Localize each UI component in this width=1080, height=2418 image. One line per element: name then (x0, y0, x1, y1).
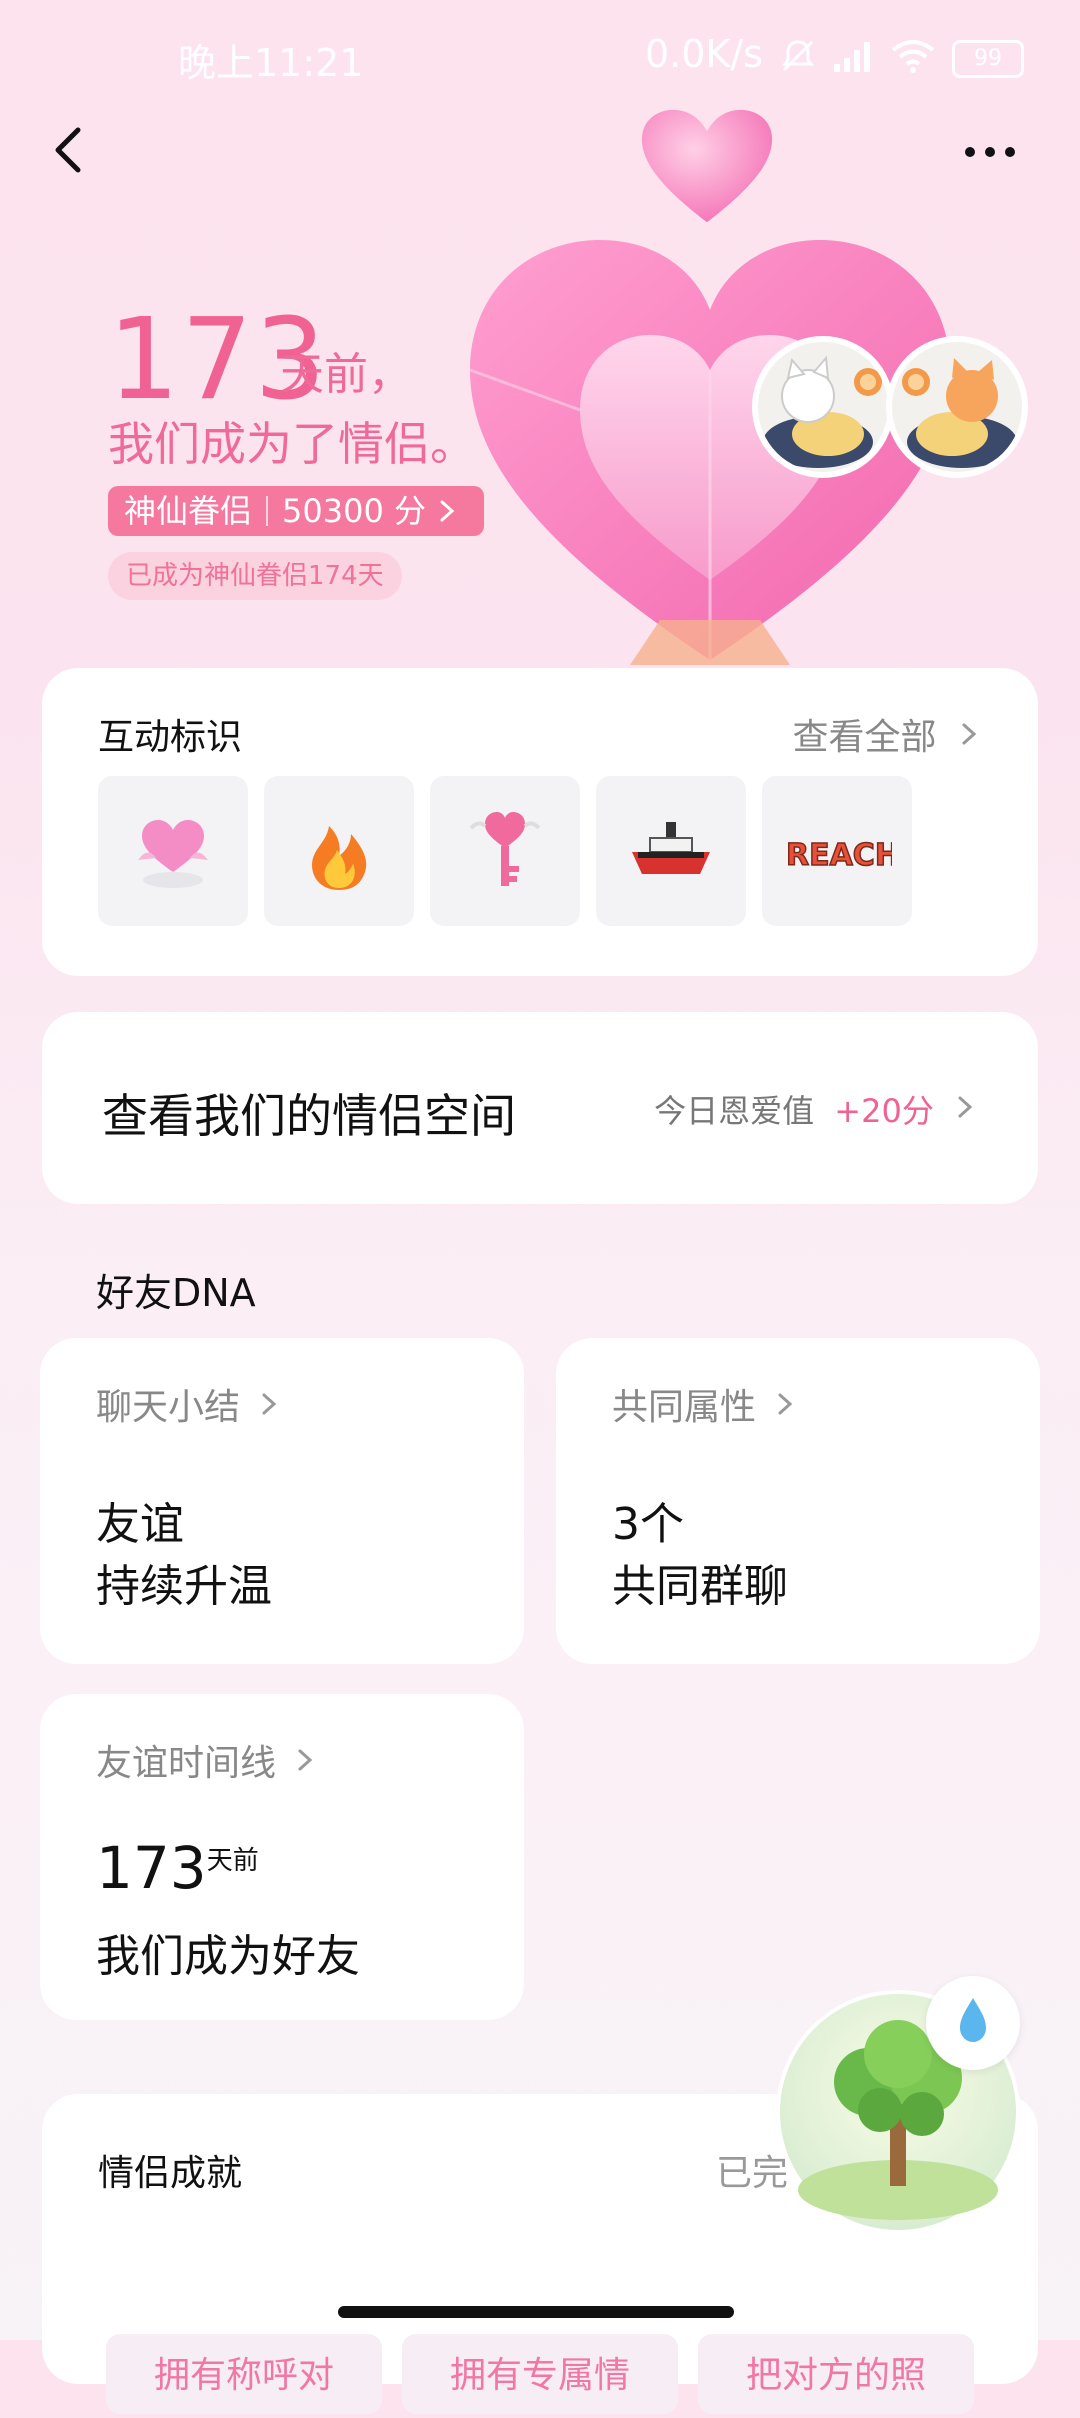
chat-summary-title: 聊天小结 (96, 1378, 281, 1430)
friendship-line2: 我们成为好友 (96, 1931, 360, 1982)
interaction-title: 互动标识 (98, 717, 243, 758)
chat-summary-line1: 友谊 (96, 1499, 184, 1550)
couple-level-note: 已成为神仙眷侣174天 (108, 552, 402, 600)
wifi-icon (890, 36, 936, 85)
couple-level-chip[interactable]: 神仙眷侣 50300 分 (108, 486, 484, 536)
friendship-days-count: 173 (96, 1834, 207, 1902)
avatar-partner[interactable] (886, 336, 1028, 478)
chat-summary-label: 聊天小结 (96, 1387, 241, 1428)
small-heart-icon (641, 109, 773, 223)
big-crystal-heart-icon (469, 240, 951, 665)
friend-dna-title: 好友DNA (96, 1271, 256, 1315)
signal-icon (830, 36, 876, 85)
achievement-item[interactable]: 拥有专属情 (402, 2334, 678, 2414)
couple-space-title: 查看我们的情侣空间 (102, 1089, 516, 1143)
chat-summary-line2: 持续升温 (96, 1561, 272, 1612)
chevron-right-icon (962, 723, 977, 745)
badge-heart-key[interactable] (430, 776, 580, 926)
cat-avatar-orange (892, 342, 1022, 472)
chevron-right-icon (262, 1393, 277, 1415)
home-indicator[interactable] (338, 2306, 734, 2318)
achievement-item[interactable]: 把对方的照 (698, 2334, 974, 2414)
friendship-days: 173天前 (96, 1834, 259, 1902)
common-attributes-line1: 3个 (612, 1499, 684, 1550)
today-love-points: 今日恩爱值 +20分 (654, 1086, 978, 1132)
hero-days-suffix: 天前， (280, 349, 412, 400)
ship-icon (632, 822, 710, 874)
badge-reach[interactable]: REACH (762, 776, 912, 926)
heart-key-icon (469, 812, 541, 886)
achievement-item[interactable]: 拥有称呼对 (106, 2334, 382, 2414)
badge-ship[interactable] (596, 776, 746, 926)
achievements-title: 情侣成就 (98, 2153, 243, 2194)
hero-subtitle: 我们成为了情侣。 (108, 417, 476, 471)
chat-summary-card[interactable]: 聊天小结 友谊 持续升温 (40, 1338, 524, 1664)
status-time: 晚上11:21 (178, 41, 364, 85)
view-all-link[interactable]: 查看全部 (793, 708, 982, 760)
friendship-timeline-card[interactable]: 友谊时间线 173天前 我们成为好友 (40, 1694, 524, 2020)
reach-icon: REACH (785, 837, 892, 874)
battery-indicator: 99 (952, 40, 1024, 78)
badge-crystal-heart[interactable] (98, 776, 248, 926)
chevron-left-icon (55, 127, 81, 173)
more-dots-icon (965, 147, 1015, 157)
chevron-right-icon (440, 500, 455, 522)
status-net-speed: 0.0K/s (645, 32, 763, 76)
interaction-badges-card: 互动标识 查看全部 REACH (42, 668, 1038, 976)
cat-avatar-white (758, 342, 888, 472)
chevron-right-icon (298, 1749, 313, 1771)
couple-space-card[interactable]: 查看我们的情侣空间 今日恩爱值 +20分 (42, 1012, 1038, 1204)
common-attributes-title: 共同属性 (612, 1378, 797, 1430)
water-drop-icon (960, 1998, 986, 2042)
back-button[interactable] (38, 118, 102, 182)
view-all-label: 查看全部 (792, 717, 937, 758)
friendship-days-suffix: 天前 (206, 1846, 259, 1876)
common-attributes-card[interactable]: 共同属性 3个 共同群聊 (556, 1338, 1040, 1664)
common-attributes-label: 共同属性 (612, 1387, 757, 1428)
flame-icon (312, 826, 367, 890)
couple-score: 50300 分 (282, 492, 426, 530)
today-label: 今日恩爱值 (654, 1092, 815, 1130)
chevron-right-icon (778, 1393, 793, 1415)
water-drop-button[interactable] (926, 1976, 1020, 2070)
common-attributes-line2: 共同群聊 (612, 1561, 788, 1612)
friendship-timeline-title: 友谊时间线 (96, 1734, 317, 1786)
mute-icon (778, 36, 818, 85)
chip-divider (266, 496, 269, 526)
svg-text:REACH: REACH (786, 838, 892, 873)
crystal-heart-icon (138, 820, 208, 888)
avatar-user[interactable] (752, 336, 894, 478)
status-bar: 晚上11:21 0.0K/s 99 (0, 0, 1080, 120)
more-button[interactable] (960, 122, 1020, 182)
today-points: +20分 (834, 1092, 934, 1130)
friendship-timeline-label: 友谊时间线 (96, 1743, 277, 1784)
chevron-right-icon (958, 1096, 973, 1118)
couple-level-label: 神仙眷侣 (124, 492, 253, 530)
badge-flame[interactable] (264, 776, 414, 926)
